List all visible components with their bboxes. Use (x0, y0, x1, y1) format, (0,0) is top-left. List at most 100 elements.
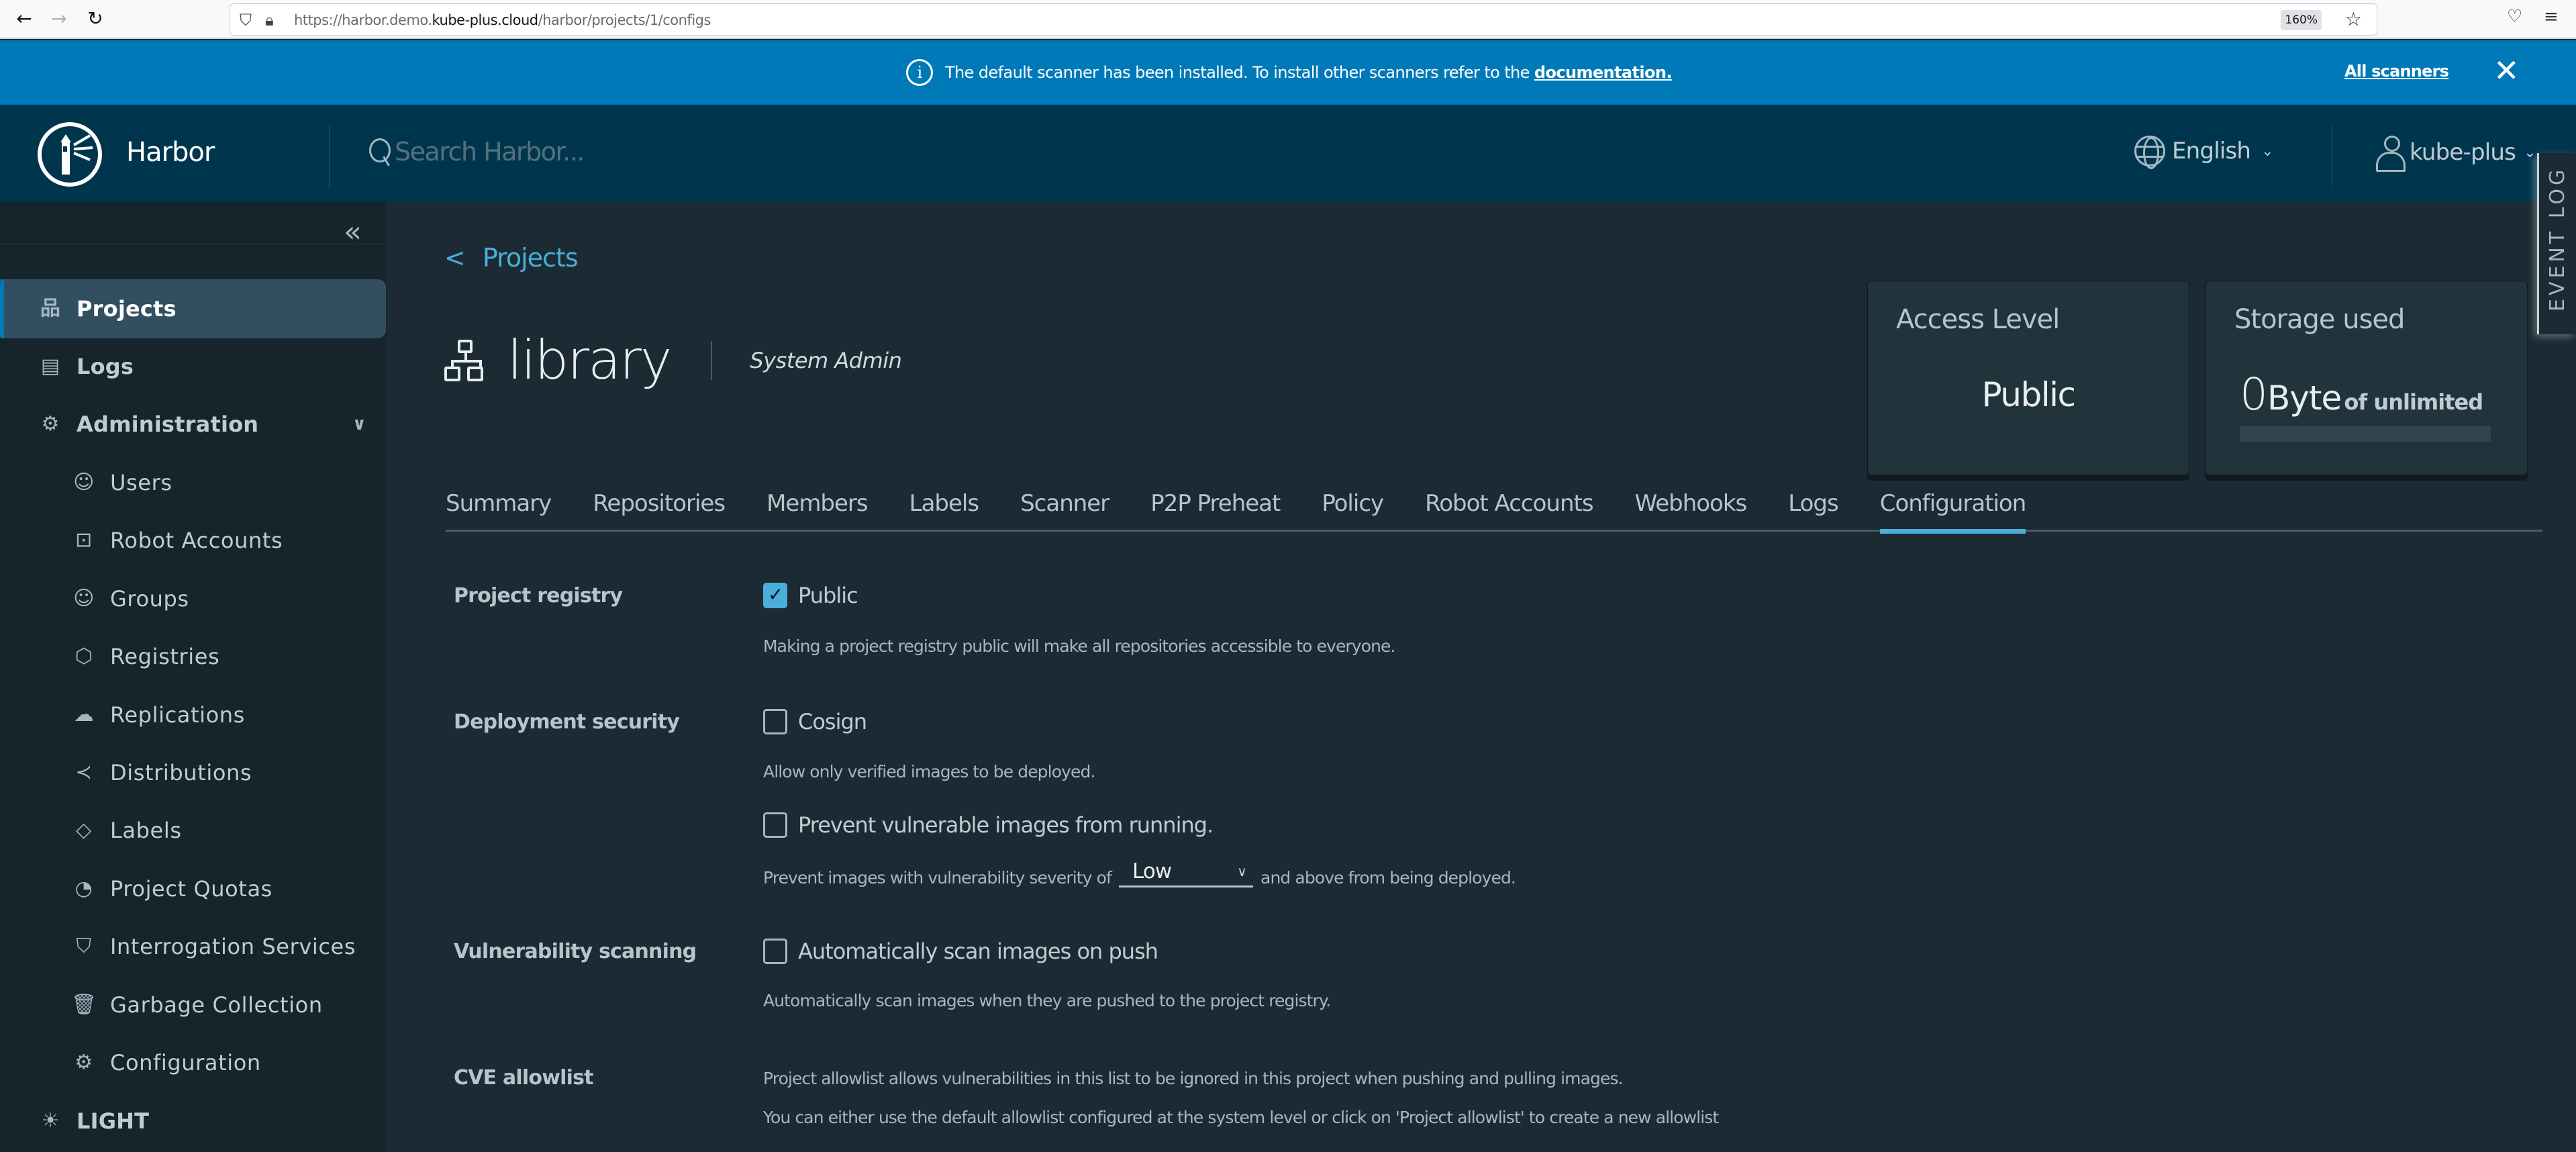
sidebar-item-distributions[interactable]: ≺ Distributions (0, 751, 387, 794)
address-bar[interactable]: ⛉ 🔒︎ https://harbor.demo.kube-plus.cloud… (230, 3, 2377, 36)
username: kube-plus (2410, 139, 2516, 166)
project-tabs: Summary Repositories Members Labels Scanner P… (446, 483, 2542, 534)
sidebar-item-registries[interactable]: ⬡ Registries (0, 635, 387, 678)
sidebar-divider (0, 244, 387, 245)
theme-toggle[interactable]: ☀ LIGHT (0, 1100, 387, 1143)
storage-title: Storage used (2234, 304, 2405, 335)
access-level-card: Access Level Public (1867, 281, 2189, 475)
vulnerability-scanning-label: Vulnerability scanning (454, 940, 697, 963)
sidebar-item-logs[interactable]: ▤ Logs (0, 345, 387, 388)
labels-icon: ◇ (76, 818, 92, 842)
chevron-down-icon: ∨ (1237, 863, 1247, 879)
sidebar-item-garbage-collection[interactable]: 🗑︎ Garbage Collection (0, 983, 387, 1026)
language-label: English (2172, 138, 2251, 164)
search-box[interactable] (369, 137, 730, 166)
tab-scanner[interactable]: Scanner (1020, 483, 1109, 532)
tab-policy[interactable]: Policy (1322, 483, 1384, 532)
public-option[interactable]: Public (763, 583, 858, 608)
severity-prefix: Prevent images with vulnerability severi… (763, 868, 1112, 887)
prevent-vulnerable-label[interactable]: Prevent vulnerable images from running. (798, 812, 1213, 838)
lock-icon[interactable]: 🔒︎ (265, 11, 274, 30)
shield-icon[interactable]: ⛉ (240, 11, 252, 30)
cosign-checkbox-label[interactable]: Cosign (798, 709, 867, 734)
sidebar-item-label: Projects (77, 296, 177, 322)
cosign-option[interactable]: Cosign (763, 709, 867, 734)
tab-robot-accounts[interactable]: Robot Accounts (1425, 483, 1593, 532)
chevron-down-icon: ⌄ (2261, 142, 2273, 160)
severity-suffix: and above from being deployed. (1260, 868, 1516, 887)
breadcrumb[interactable]: < Projects (444, 243, 579, 273)
app-header: Harbor English ⌄ kube-plus ⌄ (0, 105, 2576, 201)
sidebar-item-label: Registries (110, 644, 220, 669)
sidebar-item-robot-accounts[interactable]: ⊡ Robot Accounts (0, 519, 387, 562)
tab-summary[interactable]: Summary (446, 483, 552, 532)
registries-icon: ⬡ (75, 644, 93, 668)
sidebar-item-label: Configuration (110, 1050, 261, 1075)
auto-scan-label[interactable]: Automatically scan images on push (798, 939, 1158, 964)
event-log-tab[interactable]: EVENT LOG (2537, 153, 2576, 334)
public-checkbox-label[interactable]: Public (798, 583, 858, 608)
cosign-checkbox[interactable] (763, 709, 787, 734)
breadcrumb-projects-link[interactable]: Projects (483, 243, 579, 273)
sidebar-item-label: Robot Accounts (110, 528, 283, 553)
auto-scan-checkbox[interactable] (763, 939, 787, 964)
forward-icon[interactable]: → (47, 7, 71, 31)
pocket-icon[interactable]: ♡ (2507, 7, 2522, 27)
sidebar-item-labels[interactable]: ◇ Labels (0, 809, 387, 852)
banner-message: The default scanner has been installed. … (945, 63, 1672, 82)
back-icon[interactable]: ← (12, 7, 36, 31)
page-title: library (507, 329, 672, 391)
documentation-link[interactable]: documentation. (1534, 63, 1673, 82)
logs-icon: ▤ (40, 354, 60, 378)
tab-webhooks[interactable]: Webhooks (1635, 483, 1748, 532)
tab-members[interactable]: Members (766, 483, 869, 532)
sidebar-item-label: Administration (77, 412, 259, 437)
close-icon[interactable]: ✕ (2493, 52, 2520, 89)
auto-scan-help-text: Automatically scan images when they are … (763, 991, 1331, 1010)
prevent-vulnerable-checkbox[interactable] (763, 812, 787, 838)
tab-repositories[interactable]: Repositories (593, 483, 726, 532)
cosign-help-text: Allow only verified images to be deploye… (763, 762, 1095, 781)
public-checkbox[interactable] (763, 583, 787, 608)
bookmark-star-icon[interactable]: ☆ (2345, 8, 2362, 30)
user-menu[interactable]: kube-plus ⌄ (2376, 136, 2536, 172)
severity-row: Prevent images with vulnerability severi… (763, 859, 1516, 887)
harbor-logo-icon[interactable] (38, 122, 102, 187)
sidebar-item-administration[interactable]: ⚙ Administration ∨ (0, 403, 387, 446)
menu-icon[interactable]: ≡ (2544, 7, 2559, 27)
reload-icon[interactable]: ↻ (83, 7, 107, 31)
storage-value: 0Byte of unlimited (2240, 369, 2483, 420)
all-scanners-link[interactable]: All scanners (2344, 62, 2449, 81)
sun-icon: ☀ (41, 1109, 60, 1133)
sidebar-item-configuration[interactable]: ⚙ Configuration (0, 1041, 387, 1084)
back-chevron-icon[interactable]: < (444, 243, 466, 273)
brand-name[interactable]: Harbor (126, 137, 215, 168)
sidebar-item-interrogation-services[interactable]: ⛉ Interrogation Services (0, 925, 387, 968)
sidebar-item-replications[interactable]: ☁ Replications (0, 693, 387, 736)
globe-icon (2134, 136, 2165, 169)
role-label: System Admin (750, 347, 902, 373)
sidebar-item-label: Labels (110, 818, 182, 843)
sidebar-item-users[interactable]: ☺ Users (0, 461, 387, 504)
language-selector[interactable]: English ⌄ (2134, 136, 2274, 169)
user-icon (2376, 136, 2406, 172)
prevent-vulnerable-option[interactable]: Prevent vulnerable images from running. (763, 812, 1213, 838)
replications-icon: ☁ (73, 703, 95, 726)
sidebar-item-project-quotas[interactable]: ◔ Project Quotas (0, 867, 387, 910)
project-registry-label: Project registry (454, 584, 623, 608)
quotas-icon: ◔ (75, 877, 93, 900)
tab-labels[interactable]: Labels (909, 483, 979, 532)
tab-logs[interactable]: Logs (1788, 483, 1838, 532)
auto-scan-option[interactable]: Automatically scan images on push (763, 939, 1158, 964)
sidebar-item-label: Interrogation Services (110, 934, 356, 959)
projects-icon: 品 (40, 297, 61, 320)
users-icon: ☺ (73, 471, 95, 494)
sidebar-item-groups[interactable]: ☺ Groups (0, 577, 387, 620)
url-text[interactable]: https://harbor.demo.kube-plus.cloud/harb… (294, 12, 711, 28)
severity-select[interactable]: Low ∨ (1119, 859, 1253, 887)
tab-p2p-preheat[interactable]: P2P Preheat (1150, 483, 1281, 532)
tab-configuration[interactable]: Configuration (1879, 483, 2026, 534)
sidebar-item-projects[interactable]: 品 Projects (0, 279, 386, 338)
search-input[interactable] (395, 137, 730, 166)
zoom-level[interactable]: 160% (2281, 10, 2322, 30)
